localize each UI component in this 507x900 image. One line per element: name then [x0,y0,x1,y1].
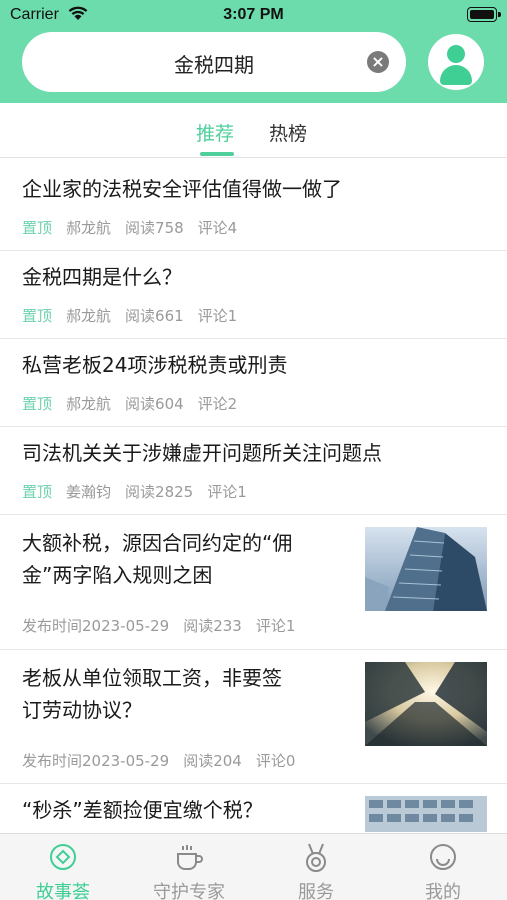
clear-search-icon[interactable]: × [367,51,389,73]
article-title: 金税四期是什么？ [22,265,182,289]
coffee-cup-icon [173,842,205,876]
header-bar: Carrier 3:07 PM 金税四期 × [0,0,507,103]
status-time: 3:07 PM [223,6,284,23]
avatar-head [447,45,465,63]
article-title: “秒杀”差额捡便宜缴个税？ [22,798,263,822]
article-comments: 评论4 [197,219,238,237]
article-title: 企业家的法税安全评估值得做一做了 [22,177,342,201]
smiley-icon [428,842,458,876]
article-meta: 置顶 郝龙航 阅读661 评论1 [22,305,251,326]
pinned-badge: 置顶 [22,307,53,325]
article-comments: 评论1 [197,307,238,325]
article-date: 发布时间2023-05-29 [22,752,170,770]
article-date: 发布时间2023-05-29 [22,617,170,635]
article-comments: 评论1 [255,617,296,635]
article-comments: 评论2 [197,395,238,413]
story-icon [48,842,78,876]
content-tabs: 推荐 热榜 [0,103,507,158]
article-meta: 发布时间2023-05-29 阅读204 评论0 [22,750,309,771]
tabbar-label: 守护专家 [153,882,225,900]
medal-icon [301,842,331,878]
battery-icon [467,7,501,22]
article-item[interactable]: 金税四期是什么？ 置顶 郝龙航 阅读661 评论1 [0,251,507,339]
article-meta: 置顶 郝龙航 阅读758 评论4 [22,217,251,238]
tab-active-indicator [200,152,234,156]
search-input[interactable]: 金税四期 × [22,32,406,92]
article-title-line-2: 订劳动协议？ [22,698,142,722]
article-comments: 评论1 [207,483,247,501]
article-reads: 阅读204 [183,752,242,770]
article-author: 郝龙航 [66,395,112,413]
article-reads: 阅读604 [125,395,184,413]
article-thumbnail [365,662,487,746]
article-title-line-1: 大额补税，源因合同约定的“佣 [22,531,293,555]
article-thumbnail [365,796,487,832]
user-avatar-button[interactable] [428,34,484,90]
pinned-badge: 置顶 [22,483,53,501]
article-title-line-1: 老板从单位领取工资，非要签 [22,666,282,690]
article-title-line-2: 金”两字陷入规则之困 [22,563,213,587]
tabbar-label: 故事荟 [36,882,90,900]
article-title: 私营老板24项涉税税责或刑责 [22,353,288,377]
article-item[interactable]: 司法机关关于涉嫌虚开问题所关注问题点 置顶 姜瀚钧 阅读2825 评论1 [0,427,507,515]
tabbar-label: 我的 [425,882,461,900]
article-reads: 阅读233 [183,617,242,635]
article-item[interactable]: 私营老板24项涉税税责或刑责 置顶 郝龙航 阅读604 评论2 [0,339,507,427]
tab-hot-list[interactable]: 热榜 [269,119,307,146]
pinned-badge: 置顶 [22,219,53,237]
article-item-with-image[interactable]: 老板从单位领取工资，非要签 订劳动协议？ 发布时间2023-05-29 阅读204… [0,650,507,784]
article-reads: 阅读661 [125,307,184,325]
avatar-body [440,65,472,85]
article-reads: 阅读758 [125,219,184,237]
article-thumbnail [365,527,487,611]
tabbar-label: 服务 [298,882,334,900]
article-reads: 阅读2825 [125,483,194,501]
article-author: 姜瀚钧 [66,483,112,501]
search-query-text: 金税四期 [174,53,254,77]
article-comments: 评论0 [255,752,296,770]
tabbar-item-mine[interactable]: 我的 [380,834,506,900]
pinned-badge: 置顶 [22,395,53,413]
article-title: 司法机关关于涉嫌虚开问题所关注问题点 [22,441,382,465]
article-meta: 发布时间2023-05-29 阅读233 评论1 [22,615,309,636]
tab-recommend[interactable]: 推荐 [196,119,234,146]
tabbar-item-guardian-expert[interactable]: 守护专家 [126,834,252,900]
article-author: 郝龙航 [66,219,112,237]
article-author: 郝龙航 [66,307,112,325]
status-bar: Carrier 3:07 PM [0,0,507,30]
article-meta: 置顶 姜瀚钧 阅读2825 评论1 [22,481,261,502]
article-item-with-image[interactable]: 大额补税，源因合同约定的“佣 金”两字陷入规则之困 发布时间2023-05-29… [0,515,507,650]
bottom-tab-bar: 故事荟 守护专家 服务 我的 [0,833,507,900]
article-meta: 置顶 郝龙航 阅读604 评论2 [22,393,251,414]
article-item[interactable]: 企业家的法税安全评估值得做一做了 置顶 郝龙航 阅读758 评论4 [0,159,507,251]
tabbar-item-service[interactable]: 服务 [253,834,379,900]
tabbar-item-story[interactable]: 故事荟 [0,834,126,900]
